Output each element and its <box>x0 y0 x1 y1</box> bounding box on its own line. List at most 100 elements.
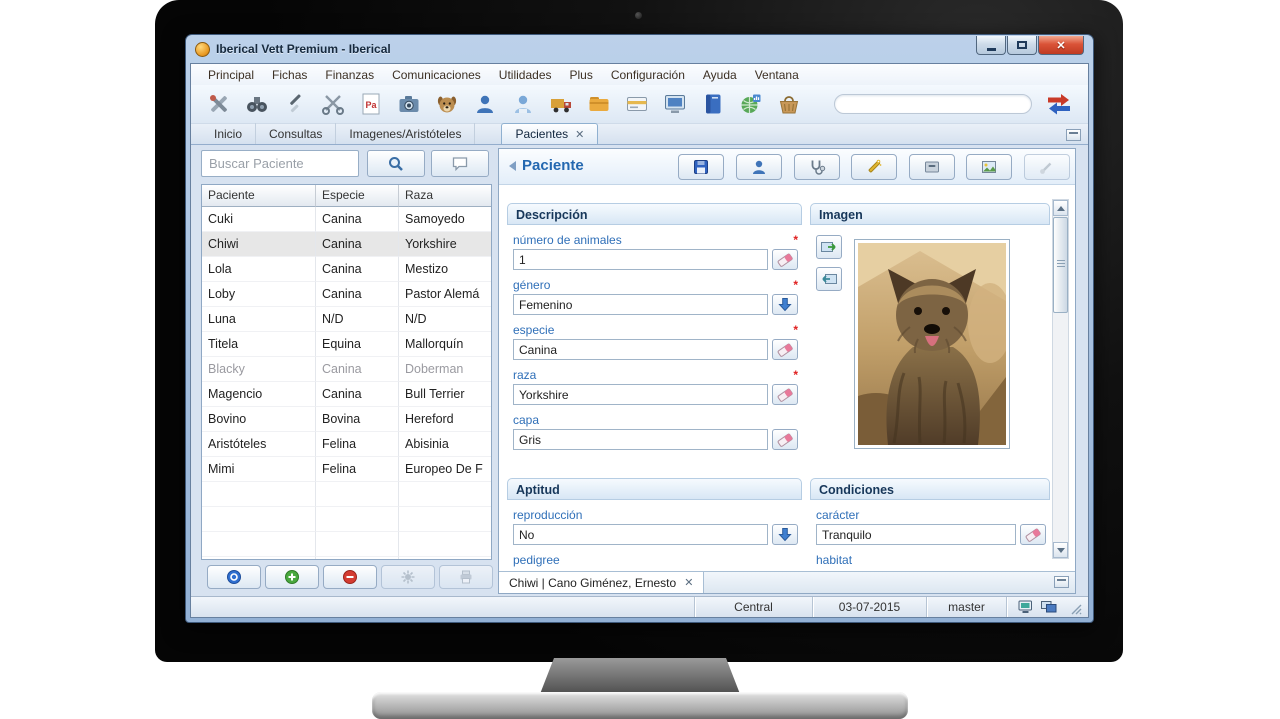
menu-ayuda[interactable]: Ayuda <box>694 65 746 85</box>
menu-finanzas[interactable]: Finanzas <box>316 65 383 85</box>
photo-button[interactable] <box>966 154 1012 180</box>
main-area: Paciente Especie Raza Cuki Canina Samoye… <box>191 146 1088 596</box>
record-tab-close-icon[interactable]: ✕ <box>684 576 693 589</box>
stethoscope-button[interactable] <box>794 154 840 180</box>
menu-principal[interactable]: Principal <box>199 65 263 85</box>
truck-icon[interactable] <box>547 90 575 118</box>
patient-search-input[interactable] <box>201 150 359 177</box>
group-imagen-header: Imagen <box>810 203 1050 225</box>
scroll-up-button[interactable] <box>1053 200 1068 216</box>
card-icon[interactable] <box>623 90 651 118</box>
table-row[interactable]: Lola Canina Mestizo <box>202 257 491 282</box>
connection-icon[interactable] <box>1018 600 1033 614</box>
archive-button[interactable] <box>909 154 955 180</box>
tab-close-icon[interactable]: ✕ <box>575 128 584 141</box>
binoculars-icon[interactable] <box>243 90 271 118</box>
raza-input[interactable] <box>513 384 768 405</box>
especie-input[interactable] <box>513 339 768 360</box>
toolbar-search-input[interactable] <box>834 94 1032 114</box>
client-alt-icon[interactable] <box>509 90 537 118</box>
clear-field-button[interactable] <box>772 249 798 270</box>
menu-plus[interactable]: Plus <box>561 65 602 85</box>
tab-imagenes-aristoteles[interactable]: Imagenes/Aristóteles <box>336 123 475 144</box>
settings-button[interactable] <box>381 565 435 589</box>
clear-field-button[interactable] <box>772 429 798 450</box>
maximize-button[interactable] <box>1007 36 1037 55</box>
table-row[interactable]: Mimi Felina Europeo De F <box>202 457 491 482</box>
group-condiciones: Condiciones carácter ha <box>810 478 1050 569</box>
dual-monitor-icon[interactable] <box>1041 600 1057 614</box>
notebook-icon[interactable] <box>699 90 727 118</box>
menu-ventana[interactable]: Ventana <box>746 65 808 85</box>
export-image-button[interactable] <box>816 267 842 291</box>
dropdown-button[interactable] <box>772 524 798 545</box>
search-button[interactable] <box>367 150 425 177</box>
table-row[interactable]: Titela Equina Mallorquín <box>202 332 491 357</box>
collapse-arrow-icon[interactable] <box>509 161 516 171</box>
patient-table[interactable]: Paciente Especie Raza Cuki Canina Samoye… <box>201 184 492 560</box>
record-tab[interactable]: Chiwi | Cano Giménez, Ernesto ✕ <box>499 572 704 593</box>
dropdown-button[interactable] <box>772 294 798 315</box>
chat-button[interactable] <box>431 150 489 177</box>
table-row[interactable]: Cuki Canina Samoyedo <box>202 207 491 232</box>
scroll-down-button[interactable] <box>1053 542 1068 558</box>
menu-bar: Principal Fichas Finanzas Comunicaciones… <box>191 64 1088 85</box>
close-button[interactable]: ✕ <box>1038 36 1084 55</box>
table-row[interactable]: Magencio Canina Bull Terrier <box>202 382 491 407</box>
tab-consultas[interactable]: Consultas <box>256 123 336 144</box>
tab-inicio[interactable]: Inicio <box>201 123 256 144</box>
terminal-icon[interactable] <box>661 90 689 118</box>
menu-configuracion[interactable]: Configuración <box>602 65 694 85</box>
add-record-button[interactable] <box>265 565 319 589</box>
patient-photo-frame <box>854 239 1010 449</box>
extra-button[interactable] <box>1024 154 1070 180</box>
group-imagen: Imagen <box>810 203 1050 471</box>
genero-input[interactable] <box>513 294 768 315</box>
menu-comunicaciones[interactable]: Comunicaciones <box>383 65 490 85</box>
vertical-scrollbar[interactable] <box>1052 199 1069 559</box>
delete-record-button[interactable] <box>323 565 377 589</box>
camera-icon[interactable] <box>395 90 423 118</box>
capa-input[interactable] <box>513 429 768 450</box>
numero-de-animales-input[interactable] <box>513 249 768 270</box>
col-raza[interactable]: Raza <box>399 185 492 207</box>
clear-field-button[interactable] <box>1020 524 1046 545</box>
wallet-icon[interactable] <box>585 90 613 118</box>
tab-pacientes[interactable]: Pacientes ✕ <box>501 123 598 144</box>
clear-field-button[interactable] <box>772 339 798 360</box>
document-pa-icon[interactable]: Pa <box>357 90 385 118</box>
client-icon[interactable] <box>471 90 499 118</box>
clear-field-button[interactable] <box>772 384 798 405</box>
table-row[interactable]: Aristóteles Felina Abisinia <box>202 432 491 457</box>
globe-stats-icon[interactable] <box>737 90 765 118</box>
title-bar[interactable]: Iberical Vett Premium - Iberical <box>186 35 1093 63</box>
dog-icon[interactable] <box>433 90 461 118</box>
table-row[interactable]: Loby Canina Pastor Alemá <box>202 282 491 307</box>
menu-utilidades[interactable]: Utilidades <box>490 65 561 85</box>
scrollbar-thumb[interactable] <box>1053 217 1068 313</box>
basket-icon[interactable] <box>775 90 803 118</box>
collapse-strip-icon[interactable] <box>1054 576 1069 588</box>
table-row[interactable]: Blacky Canina Doberman <box>202 357 491 382</box>
table-row[interactable]: Luna N/D N/D <box>202 307 491 332</box>
caracter-input[interactable] <box>816 524 1016 545</box>
print-button[interactable] <box>439 565 493 589</box>
sync-icon[interactable] <box>1044 91 1074 117</box>
minimize-tabs-icon[interactable] <box>1066 129 1081 141</box>
table-row-selected[interactable]: Chiwi Canina Yorkshire <box>202 232 491 257</box>
col-especie[interactable]: Especie <box>316 185 399 207</box>
resize-grip[interactable] <box>1068 597 1084 617</box>
reproduccion-input[interactable] <box>513 524 768 545</box>
save-button[interactable] <box>678 154 724 180</box>
minimize-button[interactable] <box>976 36 1006 55</box>
scalpel-icon[interactable] <box>281 90 309 118</box>
load-image-button[interactable] <box>816 235 842 259</box>
client-button[interactable] <box>736 154 782 180</box>
select-record-button[interactable] <box>207 565 261 589</box>
menu-fichas[interactable]: Fichas <box>263 65 316 85</box>
table-row[interactable]: Bovino Bovina Hereford <box>202 407 491 432</box>
col-paciente[interactable]: Paciente <box>202 185 316 207</box>
scissors-icon[interactable] <box>319 90 347 118</box>
wand-button[interactable] <box>851 154 897 180</box>
tools-icon[interactable] <box>205 90 233 118</box>
